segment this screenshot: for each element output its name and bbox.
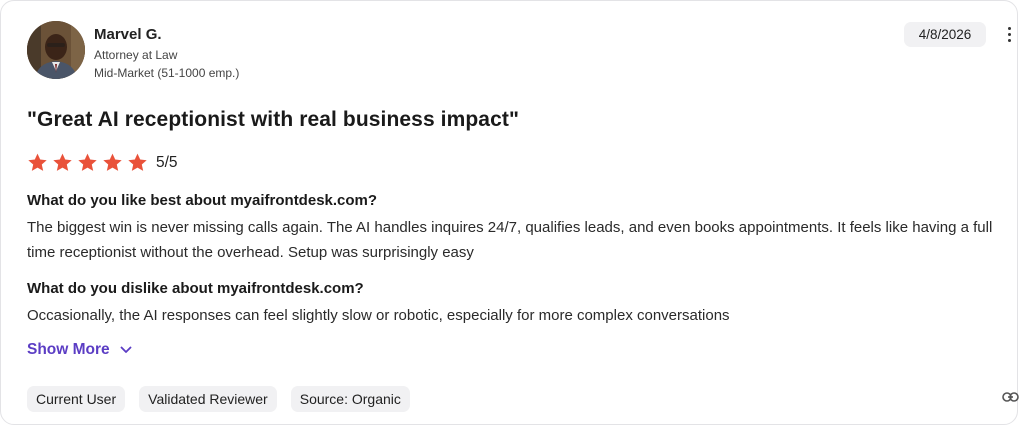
copy-link-button[interactable] bbox=[1002, 390, 1019, 408]
question-dislike: What do you dislike about myaifrontdesk.… bbox=[27, 280, 364, 297]
review-date-badge: 4/8/2026 bbox=[904, 22, 986, 47]
reviewer-name[interactable]: Marvel G. bbox=[94, 26, 162, 43]
star-icon bbox=[128, 153, 147, 171]
stars-group bbox=[27, 152, 152, 173]
show-more-label: Show More bbox=[27, 341, 110, 358]
tag-current-user: Current User bbox=[27, 386, 126, 412]
tag-validated-reviewer: Validated Reviewer bbox=[139, 386, 277, 412]
star-rating: 5/5 bbox=[27, 152, 178, 173]
answer-like-best: The biggest win is never missing calls a… bbox=[27, 219, 993, 261]
star-icon bbox=[78, 153, 97, 171]
tag-list: Current User Validated Reviewer Source: … bbox=[27, 386, 424, 412]
avatar[interactable] bbox=[27, 21, 85, 79]
reviewer-segment: Mid-Market (51-1000 emp.) bbox=[94, 66, 240, 80]
review-headline: "Great AI receptionist with real busines… bbox=[27, 108, 520, 131]
vertical-ellipsis-icon bbox=[1007, 27, 1011, 30]
star-icon bbox=[103, 153, 122, 171]
answer-dislike: Occasionally, the AI responses can feel … bbox=[27, 307, 730, 324]
chevron-down-icon bbox=[120, 346, 132, 353]
reviewer-photo-icon bbox=[27, 21, 85, 79]
question-like-best: What do you like best about myaifrontdes… bbox=[27, 192, 378, 209]
link-icon bbox=[1002, 392, 1019, 402]
star-icon bbox=[28, 153, 47, 171]
review-card: Marvel G. Attorney at Law Mid-Market (51… bbox=[0, 0, 1019, 425]
reviewer-title: Attorney at Law bbox=[94, 48, 178, 62]
more-options-button[interactable] bbox=[1001, 24, 1017, 46]
tag-source: Source: Organic bbox=[290, 386, 410, 412]
star-icon bbox=[53, 153, 72, 171]
rating-text: 5/5 bbox=[156, 153, 178, 171]
show-more-button[interactable]: Show More bbox=[27, 341, 132, 359]
